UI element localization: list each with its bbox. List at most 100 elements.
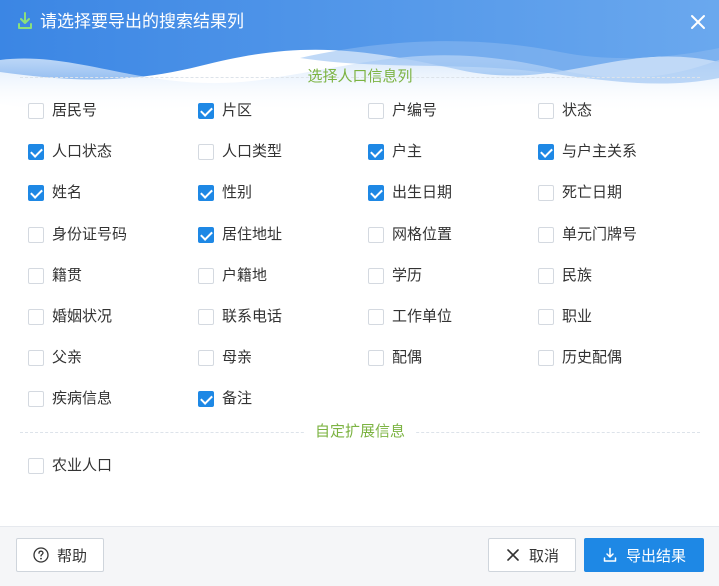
checkbox-item[interactable]: 死亡日期 xyxy=(538,182,622,204)
checkbox-label: 婚姻状况 xyxy=(52,308,113,325)
checkbox-label: 人口状态 xyxy=(52,143,113,160)
checkbox-label: 父亲 xyxy=(52,349,83,366)
checkbox-item[interactable]: 人口状态 xyxy=(28,141,112,163)
checkbox-item[interactable]: 配偶 xyxy=(368,347,422,369)
checkbox-item[interactable]: 学历 xyxy=(368,265,422,287)
checkbox-unchecked[interactable] xyxy=(538,103,554,119)
cancel-button[interactable]: 取消 xyxy=(488,538,576,572)
checkbox-label: 片区 xyxy=(222,102,253,119)
checkbox-item[interactable]: 出生日期 xyxy=(368,182,452,204)
checkbox-label: 备注 xyxy=(222,390,253,407)
checkbox-item[interactable]: 联系电话 xyxy=(198,306,282,328)
checkbox-label: 工作单位 xyxy=(392,308,453,325)
checkbox-checked[interactable] xyxy=(198,391,214,407)
checkbox-unchecked[interactable] xyxy=(538,350,554,366)
checkbox-item[interactable]: 婚姻状况 xyxy=(28,306,112,328)
checkbox-label: 户籍地 xyxy=(222,267,268,284)
checkbox-label: 与户主关系 xyxy=(562,143,638,160)
checkbox-checked[interactable] xyxy=(198,185,214,201)
checkbox-checked[interactable] xyxy=(198,227,214,243)
checkbox-label: 性别 xyxy=(222,184,253,201)
download-icon xyxy=(18,12,32,29)
close-icon[interactable] xyxy=(686,10,710,34)
section-header-extended: 自定扩展信息 xyxy=(20,422,700,442)
section-title-extended: 自定扩展信息 xyxy=(304,422,416,442)
checkbox-unchecked[interactable] xyxy=(368,350,384,366)
checkbox-item[interactable]: 人口类型 xyxy=(198,141,282,163)
checkbox-label: 母亲 xyxy=(222,349,253,366)
checkbox-unchecked[interactable] xyxy=(28,103,44,119)
checkbox-item[interactable]: 疾病信息 xyxy=(28,388,112,410)
checkbox-label: 姓名 xyxy=(52,184,83,201)
section-title-population: 选择人口信息列 xyxy=(307,68,413,85)
checkbox-item[interactable]: 身份证号码 xyxy=(28,224,127,246)
checkbox-unchecked[interactable] xyxy=(198,309,214,325)
checkbox-unchecked[interactable] xyxy=(368,268,384,284)
checkbox-item[interactable]: 职业 xyxy=(538,306,592,328)
checkbox-unchecked[interactable] xyxy=(28,458,44,474)
checkbox-unchecked[interactable] xyxy=(538,268,554,284)
checkbox-checked[interactable] xyxy=(198,103,214,119)
checkbox-item[interactable]: 历史配偶 xyxy=(538,347,622,369)
checkbox-item[interactable]: 与户主关系 xyxy=(538,141,637,163)
export-button[interactable]: 导出结果 xyxy=(584,538,704,572)
checkbox-checked[interactable] xyxy=(368,185,384,201)
checkbox-checked[interactable] xyxy=(538,144,554,160)
checkbox-unchecked[interactable] xyxy=(28,268,44,284)
help-button-label: 帮助 xyxy=(56,547,87,565)
checkbox-item[interactable]: 姓名 xyxy=(28,182,82,204)
export-columns-dialog: 请选择要导出的搜索结果列 选择人口信息列 居民号 片区 户编号 状态 人口状态 人口类型户… xyxy=(0,0,719,586)
checkbox-item[interactable]: 父亲 xyxy=(28,347,82,369)
close-icon xyxy=(507,549,519,561)
checkbox-item[interactable]: 状态 xyxy=(538,100,592,122)
checkbox-unchecked[interactable] xyxy=(538,227,554,243)
checkbox-label: 出生日期 xyxy=(392,184,453,201)
checkbox-item[interactable]: 片区 xyxy=(198,100,252,122)
checkbox-item[interactable]: 工作单位 xyxy=(368,306,452,328)
checkbox-item[interactable]: 户籍地 xyxy=(198,265,267,287)
checkbox-unchecked[interactable] xyxy=(198,144,214,160)
checkbox-unchecked[interactable] xyxy=(538,309,554,325)
checkbox-unchecked[interactable] xyxy=(28,309,44,325)
checkbox-unchecked[interactable] xyxy=(28,350,44,366)
checkbox-label: 身份证号码 xyxy=(52,226,128,243)
export-button-label: 导出结果 xyxy=(625,547,686,565)
checkbox-label: 农业人口 xyxy=(52,457,113,474)
checkbox-unchecked[interactable] xyxy=(28,391,44,407)
checkbox-checked[interactable] xyxy=(28,144,44,160)
checkbox-item[interactable]: 性别 xyxy=(198,182,252,204)
checkbox-checked[interactable] xyxy=(368,144,384,160)
checkbox-unchecked[interactable] xyxy=(198,350,214,366)
checkbox-unchecked[interactable] xyxy=(368,309,384,325)
checkbox-unchecked[interactable] xyxy=(28,227,44,243)
checkbox-unchecked[interactable] xyxy=(198,268,214,284)
checkbox-label: 居住地址 xyxy=(222,226,283,243)
checkbox-item[interactable]: 网格位置 xyxy=(368,224,452,246)
checkbox-label: 单元门牌号 xyxy=(562,226,638,243)
checkbox-item[interactable]: 籍贯 xyxy=(28,265,82,287)
checkbox-item[interactable]: 母亲 xyxy=(198,347,252,369)
checkbox-item[interactable]: 农业人口 xyxy=(28,455,112,477)
checkbox-item[interactable]: 民族 xyxy=(538,265,592,287)
help-button[interactable]: 帮助 xyxy=(16,538,104,572)
checkbox-item[interactable]: 单元门牌号 xyxy=(538,224,637,246)
checkbox-label: 职业 xyxy=(562,308,593,325)
dialog-titlebar: 请选择要导出的搜索结果列 xyxy=(0,0,719,44)
checkbox-label: 民族 xyxy=(562,267,593,284)
download-icon xyxy=(603,547,617,562)
dialog-title: 请选择要导出的搜索结果列 xyxy=(40,12,244,31)
checkbox-checked[interactable] xyxy=(28,185,44,201)
checkbox-item[interactable]: 户编号 xyxy=(368,100,437,122)
checkbox-unchecked[interactable] xyxy=(538,185,554,201)
checkbox-unchecked[interactable] xyxy=(368,227,384,243)
checkbox-label: 户编号 xyxy=(392,102,438,119)
checkbox-label: 居民号 xyxy=(52,102,98,119)
checkbox-item[interactable]: 户主 xyxy=(368,141,422,163)
checkbox-label: 死亡日期 xyxy=(562,184,623,201)
help-circle-icon xyxy=(33,547,49,563)
checkbox-unchecked[interactable] xyxy=(368,103,384,119)
checkbox-item[interactable]: 备注 xyxy=(198,388,252,410)
checkbox-label: 联系电话 xyxy=(222,308,283,325)
checkbox-item[interactable]: 居民号 xyxy=(28,100,97,122)
checkbox-item[interactable]: 居住地址 xyxy=(198,224,282,246)
